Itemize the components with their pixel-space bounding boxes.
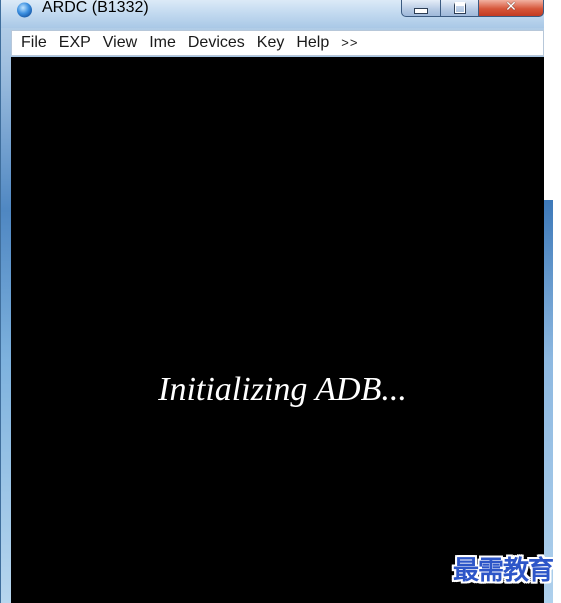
minimize-button[interactable]: [401, 0, 441, 17]
background-edge: [544, 0, 561, 603]
menu-devices[interactable]: Devices: [182, 31, 251, 55]
close-button[interactable]: ✕: [479, 0, 544, 17]
menu-ime[interactable]: Ime: [143, 31, 182, 55]
watermark-logo: 最需教育: [452, 556, 554, 586]
menu-key[interactable]: Key: [251, 31, 291, 55]
menu-file[interactable]: File: [12, 31, 53, 55]
device-screen[interactable]: Initializing ADB...: [11, 57, 544, 603]
title-bar[interactable]: ARDC (B1332) ✕: [1, 0, 553, 28]
menu-bar: File EXP View Ime Devices Key Help >>: [11, 30, 544, 56]
background-window-edge: [544, 200, 553, 603]
app-icon: [17, 2, 32, 18]
close-icon: ✕: [505, 0, 517, 15]
minimize-icon: [414, 8, 428, 14]
menu-more-chevron[interactable]: >>: [335, 31, 364, 55]
status-message: Initializing ADB...: [158, 371, 407, 408]
maximize-button[interactable]: [441, 0, 479, 17]
maximize-icon: [453, 2, 466, 14]
menu-view[interactable]: View: [97, 31, 143, 55]
menu-help[interactable]: Help: [290, 31, 335, 55]
window-title: ARDC (B1332): [42, 0, 149, 16]
menu-exp[interactable]: EXP: [53, 31, 97, 55]
app-window: ARDC (B1332) ✕ File EXP View Ime Devices…: [0, 0, 554, 603]
